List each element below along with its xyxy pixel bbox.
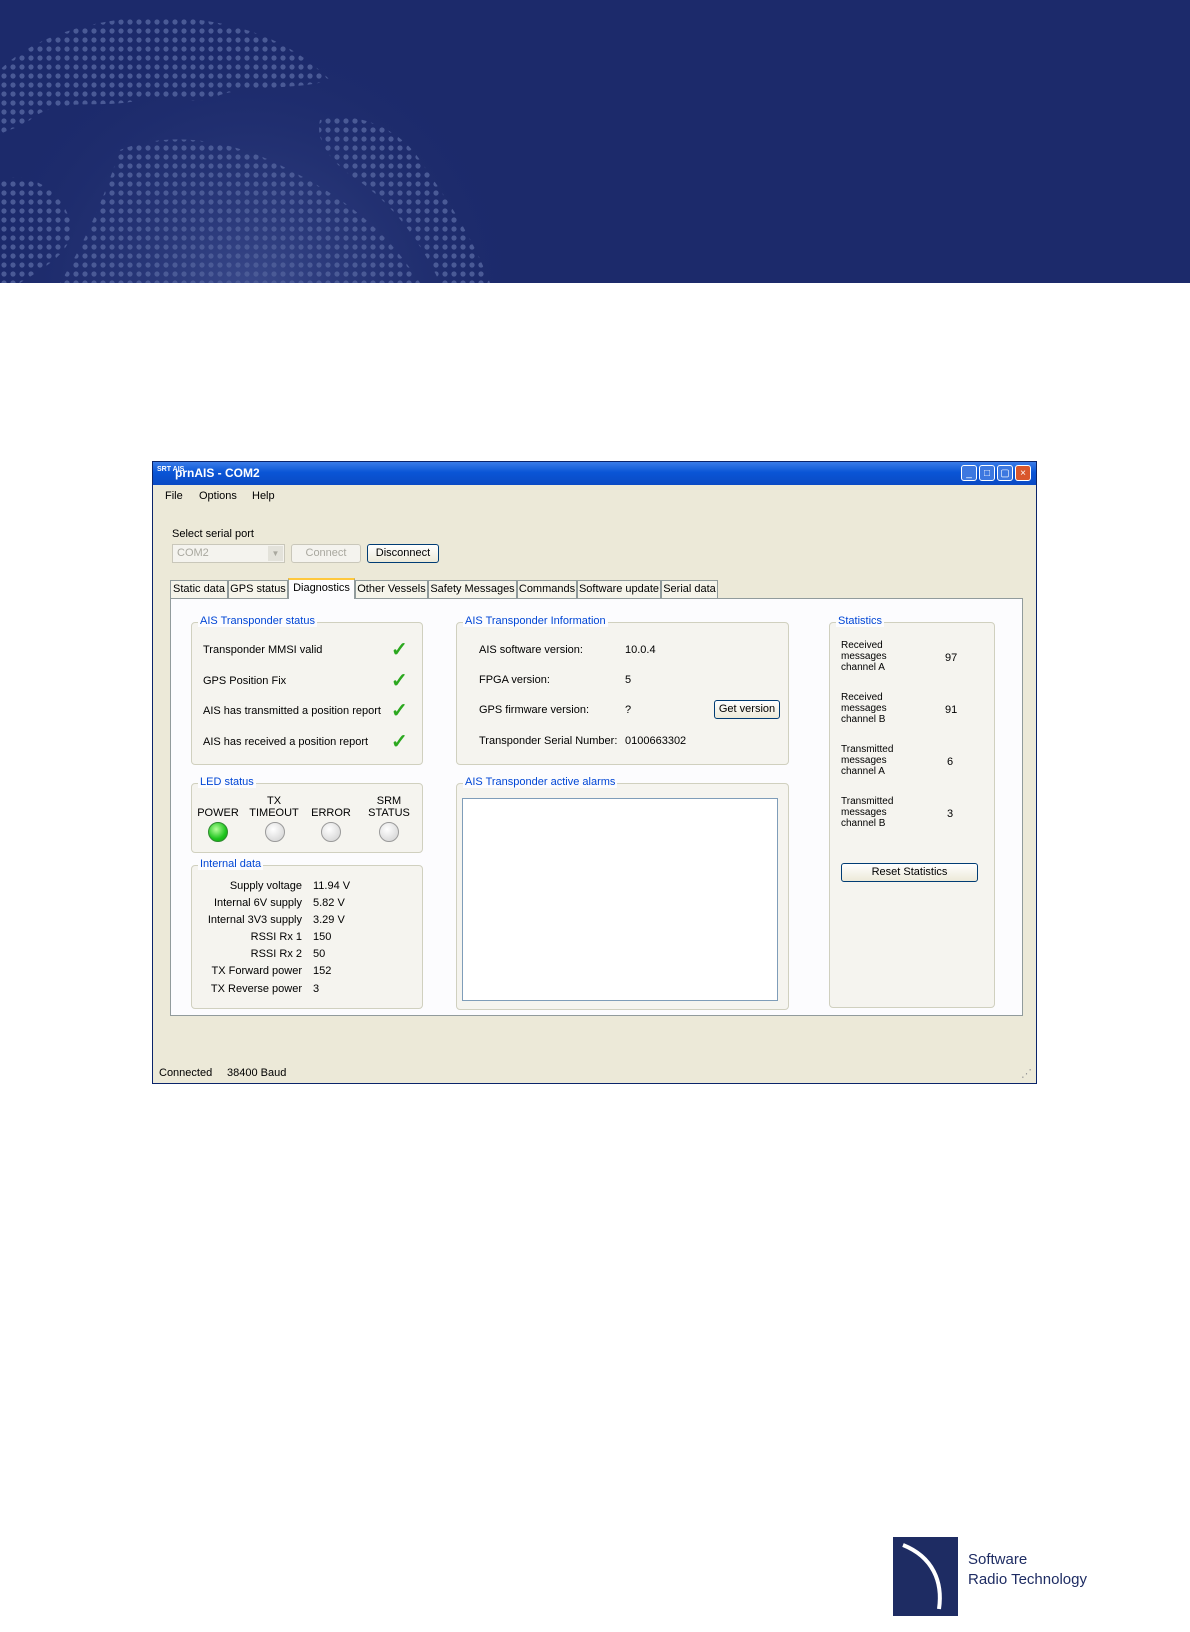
tab-gps-status[interactable]: GPS status — [228, 580, 288, 598]
tab-other-vessels[interactable]: Other Vessels — [355, 580, 428, 598]
connection-status: Connected — [159, 1067, 213, 1079]
statistics-title: Statistics — [836, 615, 885, 627]
transponder-status-title: AIS Transponder status — [198, 615, 317, 627]
status-label-received: AIS has received a position report — [203, 736, 369, 748]
info-label-serial: Transponder Serial Number: — [479, 735, 618, 747]
check-icon: ✓ — [391, 700, 408, 722]
led-label-tx-timeout: TX TIMEOUT — [249, 795, 299, 819]
srm-status-led-icon — [379, 822, 399, 842]
window-title: prnAIS - COM2 — [175, 466, 260, 480]
stat-label-rx-a: Received messages channel A — [841, 640, 887, 673]
minimize-button[interactable]: □ — [979, 465, 995, 481]
menu-help[interactable]: Help — [252, 490, 275, 502]
active-alarms-group: AIS Transponder active alarms — [456, 776, 789, 1010]
led-label-error: ERROR — [311, 807, 351, 819]
status-bar: Connected 38400 Baud ⋰ — [153, 1062, 1036, 1083]
info-label-fpga: FPGA version: — [479, 674, 550, 686]
statistics-group: Statistics Received messages channel A 9… — [829, 615, 995, 1008]
tab-safety-messages[interactable]: Safety Messages — [428, 580, 517, 598]
menu-bar: File Options Help — [153, 485, 1036, 507]
stat-label-tx-a: Transmitted messages channel A — [841, 744, 894, 777]
error-led-icon — [321, 822, 341, 842]
help-window-icon[interactable]: _ — [961, 465, 977, 481]
srt-logo — [893, 1537, 958, 1616]
power-led-icon — [208, 822, 228, 842]
stat-value-tx-a: 6 — [947, 756, 954, 768]
check-icon: ✓ — [391, 639, 408, 661]
header-banner — [0, 0, 1190, 283]
tab-commands[interactable]: Commands — [517, 580, 577, 598]
baud-rate: 38400 Baud — [227, 1067, 287, 1079]
tx-timeout-led-icon — [265, 822, 285, 842]
serial-port-select[interactable]: COM2 ▼ — [172, 544, 285, 563]
info-value-software: 10.0.4 — [625, 644, 656, 656]
tab-diagnostics[interactable]: Diagnostics — [288, 578, 355, 599]
active-alarms-title: AIS Transponder active alarms — [463, 776, 618, 788]
close-button[interactable]: × — [1015, 465, 1031, 481]
internal-value-rssi2: 50 — [313, 948, 326, 960]
check-icon: ✓ — [391, 670, 408, 692]
app-window: SRT AIS prnAIS - COM2 _ □ ▢ × File Optio… — [152, 461, 1037, 1084]
internal-label-tx-forward: TX Forward power — [211, 965, 302, 977]
info-value-gps-firmware: ? — [625, 704, 632, 716]
menu-options[interactable]: Options — [199, 490, 237, 502]
internal-value-supply: 11.94 V — [313, 880, 351, 892]
led-label-srm-status: SRM STATUS — [368, 795, 410, 819]
stat-value-tx-b: 3 — [947, 808, 954, 820]
internal-value-6v: 5.82 V — [313, 897, 345, 909]
tab-serial-data[interactable]: Serial data — [661, 580, 718, 598]
diagnostics-tab-page: AIS Transponder status Transponder MMSI … — [170, 598, 1023, 1016]
stat-value-rx-a: 97 — [945, 652, 958, 664]
title-bar[interactable]: SRT AIS prnAIS - COM2 _ □ ▢ × — [153, 462, 1036, 485]
transponder-info-title: AIS Transponder Information — [463, 615, 608, 627]
internal-value-rssi1: 150 — [313, 931, 332, 943]
internal-label-3v3: Internal 3V3 supply — [207, 914, 302, 926]
status-label-gps-fix: GPS Position Fix — [203, 675, 287, 687]
check-icon: ✓ — [391, 731, 408, 753]
stat-value-rx-b: 91 — [945, 704, 958, 716]
chevron-down-icon[interactable]: ▼ — [268, 546, 283, 561]
brand-line-1: Software — [968, 1551, 1028, 1568]
transponder-info-group: AIS Transponder Information AIS software… — [456, 615, 789, 765]
resize-grip-icon[interactable]: ⋰ — [1021, 1067, 1032, 1080]
internal-label-supply: Supply voltage — [229, 880, 302, 892]
transponder-status-group: AIS Transponder status Transponder MMSI … — [191, 615, 423, 765]
tab-static-data[interactable]: Static data — [170, 580, 228, 598]
serial-port-label: Select serial port — [172, 528, 254, 540]
led-status-title: LED status — [198, 776, 256, 788]
brand-line-2: Radio Technology — [968, 1571, 1087, 1588]
logo-swoosh-icon — [902, 1543, 942, 1610]
tab-software-update[interactable]: Software update — [577, 580, 661, 598]
status-label-mmsi: Transponder MMSI valid — [203, 644, 323, 656]
disconnect-button[interactable]: Disconnect — [367, 544, 439, 563]
reset-statistics-button[interactable]: Reset Statistics — [841, 863, 978, 882]
brand-name: Software Radio Technology — [968, 1550, 1087, 1590]
info-label-software: AIS software version: — [479, 644, 583, 656]
info-value-fpga: 5 — [625, 674, 632, 686]
stat-label-tx-b: Transmitted messages channel B — [841, 796, 894, 829]
alarm-list[interactable] — [462, 798, 778, 1001]
internal-label-tx-reverse: TX Reverse power — [210, 983, 302, 995]
status-label-transmitted: AIS has transmitted a position report — [203, 705, 381, 717]
internal-value-tx-reverse: 3 — [313, 983, 320, 995]
globe-graphic — [0, 17, 530, 283]
internal-label-6v: Internal 6V supply — [213, 897, 302, 909]
connect-button[interactable]: Connect — [291, 544, 361, 563]
led-label-power: POWER — [197, 807, 239, 819]
maximize-button[interactable]: ▢ — [997, 465, 1013, 481]
internal-value-tx-forward: 152 — [313, 965, 332, 977]
internal-value-3v3: 3.29 V — [313, 914, 345, 926]
internal-data-title: Internal data — [198, 858, 264, 870]
led-status-group: LED status POWER TX TIMEOUT ERROR SRM ST… — [191, 776, 423, 853]
info-label-gps-firmware: GPS firmware version: — [479, 704, 590, 716]
serial-port-value: COM2 — [177, 547, 209, 559]
internal-data-group: Internal data Supply voltage 11.94 V Int… — [191, 858, 423, 1009]
stat-label-rx-b: Received messages channel B — [841, 692, 887, 725]
internal-label-rssi1: RSSI Rx 1 — [250, 931, 302, 943]
menu-file[interactable]: File — [165, 490, 183, 502]
get-version-button[interactable]: Get version — [714, 700, 780, 719]
internal-label-rssi2: RSSI Rx 2 — [250, 948, 302, 960]
info-value-serial: 0100663302 — [625, 735, 687, 747]
